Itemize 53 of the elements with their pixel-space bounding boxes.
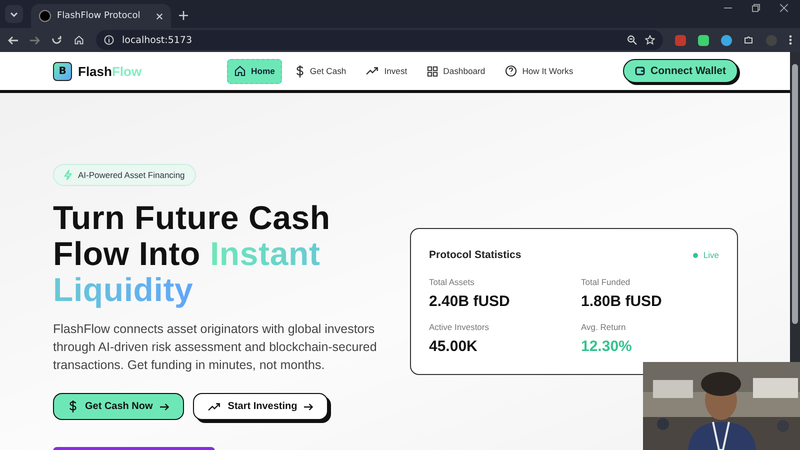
grid-icon [427,66,438,76]
nav-link[interactable]: Invest [359,58,414,84]
extension-icon[interactable] [698,34,709,46]
menu-icon[interactable] [789,35,792,45]
trend-icon [208,402,221,412]
stat-label: Active Investors [429,322,490,332]
get-cash-button[interactable]: Get Cash Now [53,393,184,420]
address-bar[interactable]: localhost:5173 [96,30,663,50]
reload-icon[interactable] [52,35,62,45]
dollar-icon [294,64,305,78]
arrow-right-icon [304,402,314,410]
stat-value: 45.00K [429,338,478,355]
brand-name[interactable]: FlashFlow [78,64,142,78]
home-icon[interactable] [74,35,84,45]
new-tab-icon[interactable] [179,11,188,20]
nav-link[interactable]: Dashboard [420,58,492,84]
browser-tab[interactable]: FlashFlow Protocol [31,4,171,28]
nav-link[interactable]: Home [227,58,282,84]
star-icon[interactable] [645,35,655,45]
stat-label: Avg. Return [581,322,627,332]
extension-icon[interactable] [721,34,732,46]
zoom-icon[interactable] [627,35,637,45]
home-icon [234,65,246,77]
stat-value: 12.30% [581,338,633,355]
stat-label: Total Assets [429,277,476,287]
forward-icon[interactable] [30,36,40,44]
live-dot [693,252,698,258]
stat-value: 1.80B fUSD [581,293,663,310]
help-icon [505,65,518,77]
logo-icon[interactable]: B [53,62,72,80]
card-title: Protocol Statistics [429,249,522,261]
back-icon[interactable] [8,36,18,44]
close-icon[interactable] [156,12,163,20]
info-icon [104,35,114,45]
start-investing-button[interactable]: Start Investing [192,393,328,420]
close-icon[interactable] [780,4,788,12]
scrollbar-thumb[interactable] [792,64,798,324]
caret-icon [10,12,18,16]
stat-label: Total Funded [581,277,632,287]
dollar-icon [68,400,78,413]
wallet-icon [634,66,645,76]
nav-link[interactable]: How It Works [498,58,580,84]
arrow-right-icon [160,402,169,410]
hero-description: FlashFlow connects asset originators with global investors through AI-driven risk assessment and blockchain-secured transactions. Get funding in minutes, not months. [53,321,378,374]
restore-icon[interactable] [752,4,760,12]
feature-badge: AI-Powered Asset Financing [53,164,196,186]
stat-value: 2.40B fUSD [429,293,511,310]
connect-wallet-button[interactable]: Connect Wallet [622,59,738,83]
trend-icon [366,66,380,76]
live-status: Live [703,250,719,260]
lightning-icon [64,170,72,180]
nav-link[interactable]: Get Cash [288,58,354,84]
tab-list-button[interactable] [5,5,23,23]
